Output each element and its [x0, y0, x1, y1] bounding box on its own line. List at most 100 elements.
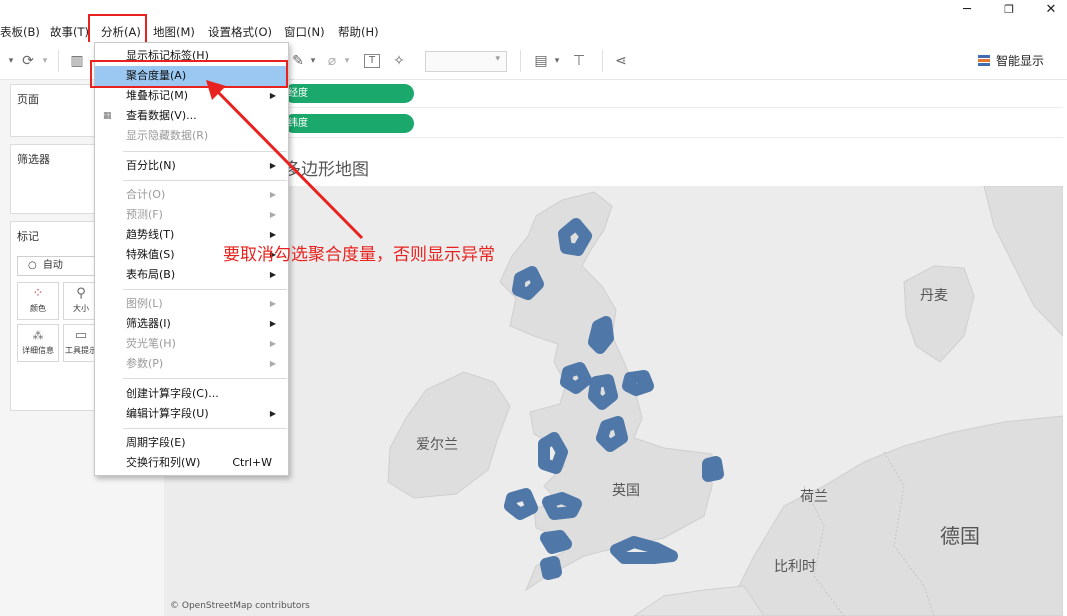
view-size-icon[interactable]: ▤ [530, 51, 552, 71]
refresh-icon[interactable]: ⟳ [18, 51, 38, 71]
menu-item-label: 表布局(B) [126, 268, 176, 281]
columns-shelf[interactable]: 经度 [164, 80, 1063, 108]
menu-item-cycle-fields[interactable]: 周期字段(E) [95, 433, 288, 453]
menu-item-view-data[interactable]: ▦ 查看数据(V)... [95, 106, 288, 126]
restore-icon[interactable]: ❐ [994, 0, 1024, 20]
toolbar-separator [602, 50, 603, 72]
pages-panel-title: 页面 [17, 93, 39, 106]
chevron-down-icon[interactable]: ▾ [342, 51, 352, 71]
menu-item-label: 预测(F) [126, 208, 163, 221]
title-bar: ─ ❐ ✕ [0, 0, 1067, 20]
menu-separator [123, 151, 287, 152]
menu-item-label: 显示隐藏数据(R) [126, 129, 209, 142]
color-button-label: 颜色 [30, 304, 46, 313]
map-label-netherlands: 荷兰 [800, 489, 828, 505]
map-label-denmark: 丹麦 [920, 288, 948, 304]
table-icon: ▦ [103, 111, 112, 121]
chevron-down-icon[interactable]: ▾ [6, 51, 16, 71]
map-label-germany: 德国 [940, 524, 980, 548]
menu-item-label: 趋势线(T) [126, 228, 175, 241]
menu-item-table-layout[interactable]: 表布局(B) ▶ [95, 265, 288, 285]
tooltip-button-label: 工具提示 [65, 346, 97, 355]
smart-show-icon [978, 55, 990, 66]
menu-item-legends[interactable]: 图例(L) ▶ [95, 294, 288, 314]
menu-item-edit-calculated-field[interactable]: 编辑计算字段(U) ▶ [95, 404, 288, 424]
presentation-icon[interactable]: ⊤ [568, 51, 590, 71]
filters-panel-title: 筛选器 [17, 153, 50, 166]
map-label-belgium: 比利时 [774, 559, 816, 575]
longitude-pill-label: 经度 [288, 88, 308, 99]
menu-story[interactable]: 故事(T) [50, 23, 89, 41]
toolbar-separator [520, 50, 521, 72]
chevron-down-icon[interactable]: ▾ [552, 51, 562, 71]
rows-shelf[interactable]: 纬度 [164, 110, 1063, 138]
menu-item-forecast[interactable]: 预测(F) ▶ [95, 205, 288, 225]
latitude-pill[interactable]: 纬度 [284, 114, 414, 133]
map-label-ireland: 爱尔兰 [416, 437, 458, 453]
longitude-pill[interactable]: 经度 [284, 84, 414, 103]
latitude-pill-label: 纬度 [288, 118, 308, 129]
menu-item-label: 查看数据(V)... [126, 109, 197, 122]
attach-icon[interactable]: ⌀ [324, 51, 340, 71]
smart-show-button[interactable]: 智能显示 [978, 52, 1044, 70]
region-polygon[interactable] [540, 530, 572, 554]
menu-help[interactable]: 帮助(H) [338, 23, 379, 41]
menu-dashboard[interactable]: 表板(B) [0, 23, 40, 41]
chevron-down-icon[interactable]: ▾ [40, 51, 50, 71]
osm-credit: © OpenStreetMap contributors [170, 601, 310, 611]
chevron-down-icon[interactable]: ▾ [308, 51, 318, 71]
menu-item-percentage[interactable]: 百分比(N) ▶ [95, 156, 288, 176]
text-icon[interactable]: T [364, 54, 380, 68]
highlight-box-analysis-menu [88, 14, 147, 44]
pin-icon[interactable]: ✧ [390, 51, 408, 71]
color-button[interactable]: ⁘ 颜色 [17, 282, 59, 320]
menu-item-label: 编辑计算字段(U) [126, 407, 209, 420]
marks-panel-title: 标记 [17, 230, 39, 243]
size-icon: ⚲ [76, 286, 86, 301]
menu-item-label: 交换行和列(W) [126, 456, 201, 469]
detail-button-label: 详细信息 [22, 346, 54, 355]
region-polygon[interactable] [540, 556, 562, 580]
menu-item-label: 百分比(N) [126, 159, 176, 172]
menu-item-stack-marks[interactable]: 堆叠标记(M) ▶ [95, 86, 288, 106]
pen-icon[interactable]: ✎ [290, 51, 306, 71]
close-icon[interactable]: ✕ [1036, 0, 1066, 20]
color-icon: ⁘ [32, 286, 44, 301]
detail-button[interactable]: ⁂ 详细信息 [17, 324, 59, 362]
new-sheet-icon[interactable]: ▥ [66, 51, 88, 71]
menu-item-label: 创建计算字段(C)... [126, 387, 219, 400]
detail-icon: ⁂ [32, 329, 44, 342]
size-button-label: 大小 [73, 304, 89, 313]
region-polygon[interactable] [702, 456, 724, 482]
menu-item-swap-rows-columns[interactable]: 交换行和列(W) Ctrl+W [95, 453, 288, 473]
menu-separator [123, 378, 287, 379]
menu-window[interactable]: 窗口(N) [284, 23, 325, 41]
share-icon[interactable]: ⋖ [611, 51, 631, 71]
annotation-text: 要取消勾选聚合度量，否则显示异常 [223, 245, 495, 265]
submenu-arrow-icon: ▶ [269, 161, 276, 170]
submenu-arrow-icon: ▶ [269, 299, 276, 308]
menu-item-show-hidden-data[interactable]: 显示隐藏数据(R) [95, 126, 288, 146]
menu-format[interactable]: 设置格式(O) [208, 23, 272, 41]
menu-item-highlighters[interactable]: 荧光笔(H) ▶ [95, 334, 288, 354]
toolbar-dropdown[interactable]: ▾ [425, 51, 507, 72]
menu-separator [123, 180, 287, 181]
menu-map[interactable]: 地图(M) [153, 23, 195, 41]
menu-item-label: 周期字段(E) [126, 436, 186, 449]
minimize-icon[interactable]: ─ [952, 0, 982, 20]
submenu-arrow-icon: ▶ [269, 409, 276, 418]
menu-item-label: 特殊值(S) [126, 248, 175, 261]
menu-item-label: 参数(P) [126, 357, 164, 370]
menu-item-totals[interactable]: 合计(O) ▶ [95, 185, 288, 205]
menu-separator [123, 289, 287, 290]
shelves: 经度 纬度 [164, 80, 1067, 146]
submenu-arrow-icon: ▶ [269, 210, 276, 219]
menu-item-filters[interactable]: 筛选器(I) ▶ [95, 314, 288, 334]
menu-item-parameters[interactable]: 参数(P) ▶ [95, 354, 288, 374]
smart-show-label: 智能显示 [996, 54, 1045, 68]
menu-item-shortcut: Ctrl+W [232, 456, 272, 469]
menu-item-create-calculated-field[interactable]: 创建计算字段(C)... [95, 384, 288, 404]
menu-separator [123, 428, 287, 429]
chevron-down-icon: ▾ [495, 54, 500, 64]
region-polygon[interactable] [588, 316, 614, 354]
